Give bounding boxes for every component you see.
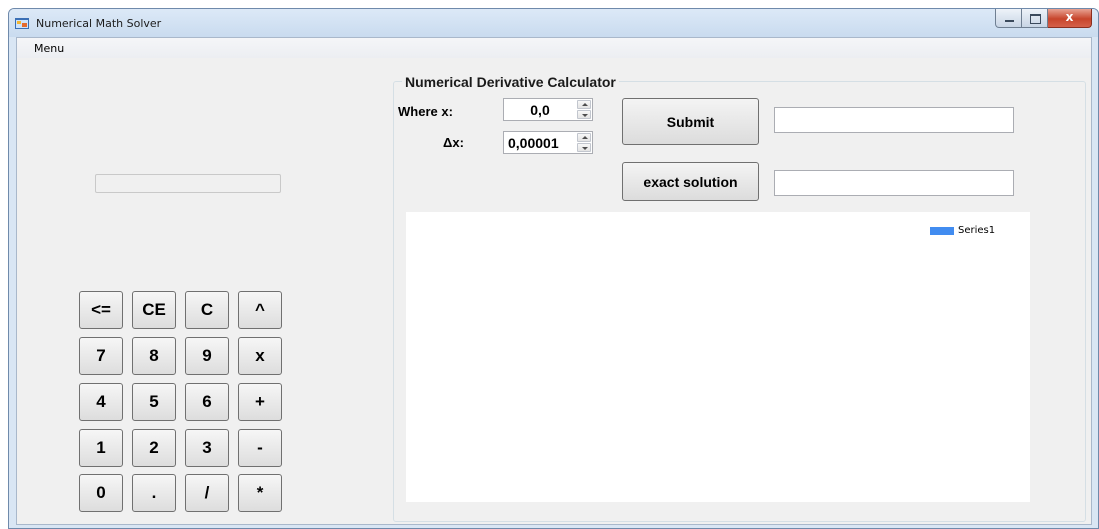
- minus-button[interactable]: -: [238, 429, 282, 467]
- clear-entry-button[interactable]: CE: [132, 291, 176, 329]
- digit-9-button[interactable]: 9: [185, 337, 229, 375]
- window-controls: x: [995, 9, 1092, 29]
- spin-down-icon[interactable]: [577, 143, 591, 152]
- spin-up-icon[interactable]: [577, 100, 591, 109]
- digit-6-button[interactable]: 6: [185, 383, 229, 421]
- submit-button[interactable]: Submit: [622, 98, 759, 145]
- plus-button[interactable]: +: [238, 383, 282, 421]
- legend-swatch: [930, 226, 954, 235]
- minimize-button[interactable]: [995, 9, 1022, 28]
- spin-down-icon[interactable]: [577, 110, 591, 119]
- chart-legend: Series1: [930, 225, 995, 236]
- backspace-button[interactable]: <=: [79, 291, 123, 329]
- where-x-value: 0,0: [530, 102, 550, 118]
- digit-8-button[interactable]: 8: [132, 337, 176, 375]
- chart-area: Series1: [406, 212, 1030, 502]
- where-x-spinner[interactable]: 0,0: [503, 98, 593, 121]
- maximize-button[interactable]: [1022, 9, 1048, 28]
- delta-x-value: 0,00001: [508, 135, 559, 151]
- delta-x-spinner[interactable]: 0,00001: [503, 131, 593, 154]
- divide-button[interactable]: /: [185, 474, 229, 512]
- decimal-button[interactable]: .: [132, 474, 176, 512]
- delta-x-spin-arrows: [577, 133, 591, 152]
- variable-x-button[interactable]: x: [238, 337, 282, 375]
- submit-result-field[interactable]: [774, 107, 1014, 133]
- digit-3-button[interactable]: 3: [185, 429, 229, 467]
- digit-1-button[interactable]: 1: [79, 429, 123, 467]
- menu-bar: Menu: [17, 38, 1091, 58]
- clear-button[interactable]: C: [185, 291, 229, 329]
- legend-series-label: Series1: [958, 225, 996, 236]
- digit-2-button[interactable]: 2: [132, 429, 176, 467]
- digit-7-button[interactable]: 7: [79, 337, 123, 375]
- digit-4-button[interactable]: 4: [79, 383, 123, 421]
- digit-5-button[interactable]: 5: [132, 383, 176, 421]
- title-bar[interactable]: Numerical Math Solver x: [9, 9, 1098, 37]
- delta-x-label: Δx:: [443, 135, 464, 150]
- exact-solution-button[interactable]: exact solution: [622, 162, 759, 201]
- menu-item-menu[interactable]: Menu: [34, 42, 64, 55]
- where-x-label: Where x:: [398, 104, 453, 119]
- app-icon: [15, 18, 29, 29]
- derivative-group-title: Numerical Derivative Calculator: [402, 74, 619, 90]
- exact-result-field[interactable]: [774, 170, 1014, 196]
- where-x-spin-arrows: [577, 100, 591, 119]
- app-window: Numerical Math Solver x Menu <= CE C ^ 7…: [8, 8, 1099, 529]
- client-area: Menu <= CE C ^ 7 8 9 x 4 5 6 + 1 2 3 - 0…: [16, 37, 1092, 525]
- power-button[interactable]: ^: [238, 291, 282, 329]
- close-icon: x: [1065, 10, 1074, 24]
- calculator-display[interactable]: [95, 174, 281, 193]
- multiply-button[interactable]: *: [238, 474, 282, 512]
- close-button[interactable]: x: [1048, 9, 1092, 28]
- window-title: Numerical Math Solver: [36, 17, 162, 30]
- digit-0-button[interactable]: 0: [79, 474, 123, 512]
- spin-up-icon[interactable]: [577, 133, 591, 142]
